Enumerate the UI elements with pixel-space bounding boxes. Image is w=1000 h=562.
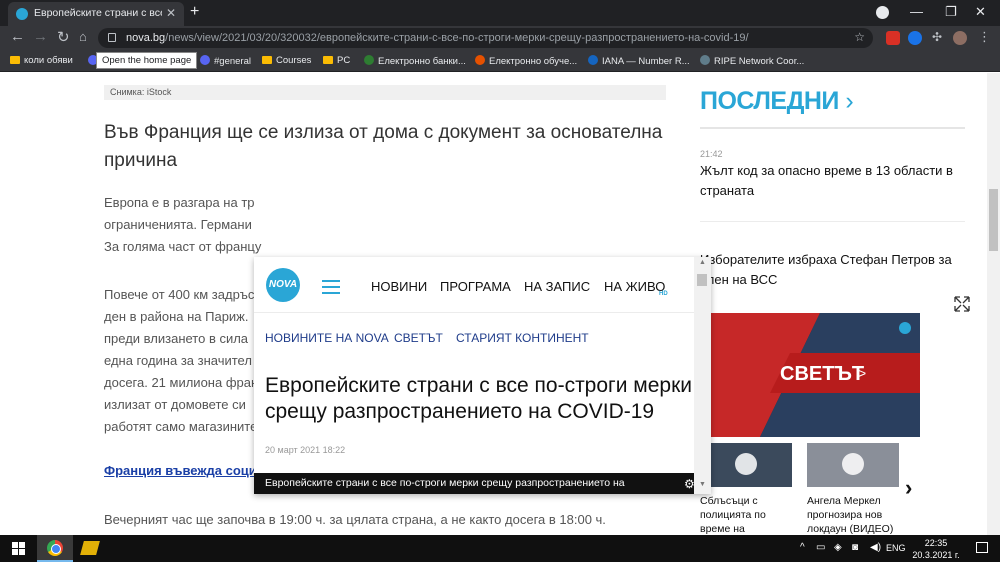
hd-badge: HD bbox=[659, 291, 668, 297]
hamburger-menu-icon[interactable] bbox=[322, 280, 340, 298]
scroll-down-icon[interactable]: ▼ bbox=[699, 481, 706, 488]
scroll-thumb[interactable] bbox=[697, 274, 707, 286]
video-title: Европейските страни с все по-строги мерк… bbox=[265, 477, 625, 489]
taskbar-app-icon[interactable] bbox=[80, 541, 100, 555]
lock-icon bbox=[108, 33, 116, 42]
windows-start-icon[interactable] bbox=[12, 542, 25, 555]
battery-icon[interactable]: ▭ bbox=[816, 542, 825, 553]
video-player-bar[interactable]: Европейските страни с все по-строги мерк… bbox=[254, 473, 695, 494]
breadcrumb-item[interactable]: СВЕТЪТ bbox=[394, 331, 443, 345]
article-subheading: Във Франция ще се излиза от дома с докум… bbox=[104, 122, 663, 171]
language-indicator[interactable]: ENG bbox=[886, 543, 906, 553]
news-item[interactable]: Жълт код за опасно време в 13 области в … bbox=[700, 161, 960, 201]
close-tab-icon[interactable]: ✕ bbox=[166, 6, 176, 20]
play-icon bbox=[735, 453, 757, 475]
forward-icon[interactable]: → bbox=[33, 28, 48, 45]
nova-favicon-icon bbox=[16, 8, 28, 20]
notification-icon[interactable] bbox=[976, 542, 988, 553]
back-icon[interactable]: ← bbox=[10, 28, 25, 45]
more-menu-icon[interactable]: ⋮ bbox=[978, 29, 991, 45]
nova-logo[interactable]: NOVA bbox=[266, 268, 300, 302]
address-bar[interactable]: nova.bg/news/view/2021/03/20/320032/евро… bbox=[98, 28, 873, 48]
popup-scrollbar[interactable]: ▲ ▼ bbox=[694, 257, 711, 494]
thumb-caption[interactable]: Сблъсъци с полицията по време на bbox=[700, 494, 792, 535]
nav-program[interactable]: ПРОГРАМА bbox=[440, 279, 511, 294]
url-text: nova.bg/news/view/2021/03/20/320032/евро… bbox=[126, 32, 749, 44]
bookmark-item[interactable]: PC bbox=[323, 55, 350, 66]
article-headline: Европейските страни с все по-строги мерк… bbox=[265, 374, 692, 423]
bookmark-item[interactable]: Електронно обуче... bbox=[475, 55, 577, 67]
taskbar-chrome-app[interactable] bbox=[37, 535, 73, 562]
latest-news-heading[interactable]: ПОСЛЕДНИ › bbox=[700, 87, 854, 116]
avatar[interactable] bbox=[953, 31, 967, 45]
divider bbox=[700, 127, 965, 129]
article-popup[interactable]: NOVA НОВИНИ ПРОГРАМА НА ЗАПИС НА ЖИВО HD… bbox=[254, 257, 711, 494]
breadcrumb-item[interactable]: СТАРИЯТ КОНТИНЕНТ bbox=[456, 331, 589, 345]
browser-tab[interactable]: Европейските страни с все по-с ✕ bbox=[8, 2, 184, 26]
play-icon bbox=[842, 453, 864, 475]
tray-app-icon[interactable]: ◈ bbox=[834, 542, 842, 553]
carousel-next-icon[interactable]: › bbox=[905, 475, 912, 501]
window-close-icon[interactable]: ✕ bbox=[975, 4, 986, 20]
puzzle-icon[interactable]: ✣ bbox=[932, 30, 946, 44]
extension-icon[interactable] bbox=[886, 31, 900, 45]
news-item[interactable]: Изборателите избраха Стефан Петров за чл… bbox=[700, 250, 960, 290]
scroll-thumb[interactable] bbox=[989, 189, 998, 251]
network-icon[interactable]: ◙ bbox=[852, 542, 858, 553]
thumb-caption[interactable]: Ангела Меркел прогнозира нов локдаун (ВИ… bbox=[807, 494, 903, 535]
bookmark-item[interactable]: Електронно банки... bbox=[364, 55, 466, 67]
article-paragraph: Вечерният час ще започва в 19:00 ч. за ц… bbox=[104, 512, 606, 527]
bookmark-star-icon[interactable]: ☆ bbox=[854, 30, 865, 44]
photo-caption: Снимка: iStock bbox=[104, 85, 666, 100]
nav-on-demand[interactable]: НА ЗАПИС bbox=[524, 279, 590, 294]
maximize-icon[interactable]: ❐ bbox=[945, 4, 957, 20]
tab-title: Европейските страни с все по-с bbox=[34, 7, 162, 19]
tray-chevron-icon[interactable]: ^ bbox=[800, 542, 805, 553]
browser-toolbar: ← → ↻ ⌂ nova.bg/news/view/2021/03/20/320… bbox=[0, 26, 1000, 50]
play-arrow-icon: > bbox=[858, 365, 867, 381]
expand-icon[interactable] bbox=[954, 296, 970, 312]
minimize-icon[interactable]: — bbox=[910, 4, 923, 19]
bookmark-item[interactable]: коли обяви bbox=[10, 55, 73, 66]
article-paragraph: Европа е в разгара на тр ограниченията. … bbox=[104, 195, 262, 254]
chrome-icon bbox=[47, 540, 63, 556]
video-label: СВЕТЪТ bbox=[780, 363, 865, 385]
taskbar: ^ ▭ ◈ ◙ ◀) ENG 22:35 20.3.2021 г. bbox=[0, 535, 1000, 562]
tab-search-icon[interactable] bbox=[876, 6, 889, 19]
web-page: Снимка: iStock Във Франция ще се излиза … bbox=[0, 73, 987, 535]
scroll-up-icon[interactable]: ▲ bbox=[699, 259, 706, 266]
bookmark-item[interactable]: #general bbox=[200, 55, 251, 67]
divider bbox=[700, 221, 965, 222]
bookmark-item[interactable]: Courses bbox=[262, 55, 311, 66]
new-tab-icon[interactable]: + bbox=[190, 3, 199, 21]
tab-strip: Европейските страни с все по-с ✕ + — ❐ ✕ bbox=[0, 0, 1000, 26]
home-tooltip: Open the home page bbox=[96, 52, 198, 69]
breadcrumb-item[interactable]: НОВИНИТЕ НА NOVA bbox=[265, 331, 389, 345]
news-thumb-image[interactable] bbox=[807, 443, 899, 487]
bookmark-item[interactable]: RIPE Network Coor... bbox=[700, 55, 804, 67]
divider bbox=[254, 312, 694, 313]
home-icon[interactable]: ⌂ bbox=[79, 29, 87, 44]
article-date: 20 март 2021 18:22 bbox=[265, 445, 346, 455]
volume-icon[interactable]: ◀) bbox=[870, 542, 881, 553]
news-thumb-image[interactable] bbox=[700, 443, 792, 487]
system-clock[interactable]: 22:35 20.3.2021 г. bbox=[910, 537, 962, 561]
nav-news[interactable]: НОВИНИ bbox=[371, 279, 427, 294]
news-time: 21:42 bbox=[700, 149, 723, 159]
extension-icon[interactable] bbox=[908, 31, 922, 45]
page-scrollbar[interactable] bbox=[987, 73, 1000, 535]
bookmark-item[interactable]: IANA — Number R... bbox=[588, 55, 690, 67]
nav-live[interactable]: НА ЖИВО bbox=[604, 279, 665, 294]
video-thumbnail[interactable]: СВЕТЪТ > bbox=[700, 313, 920, 437]
reload-icon[interactable]: ↻ bbox=[57, 28, 70, 46]
